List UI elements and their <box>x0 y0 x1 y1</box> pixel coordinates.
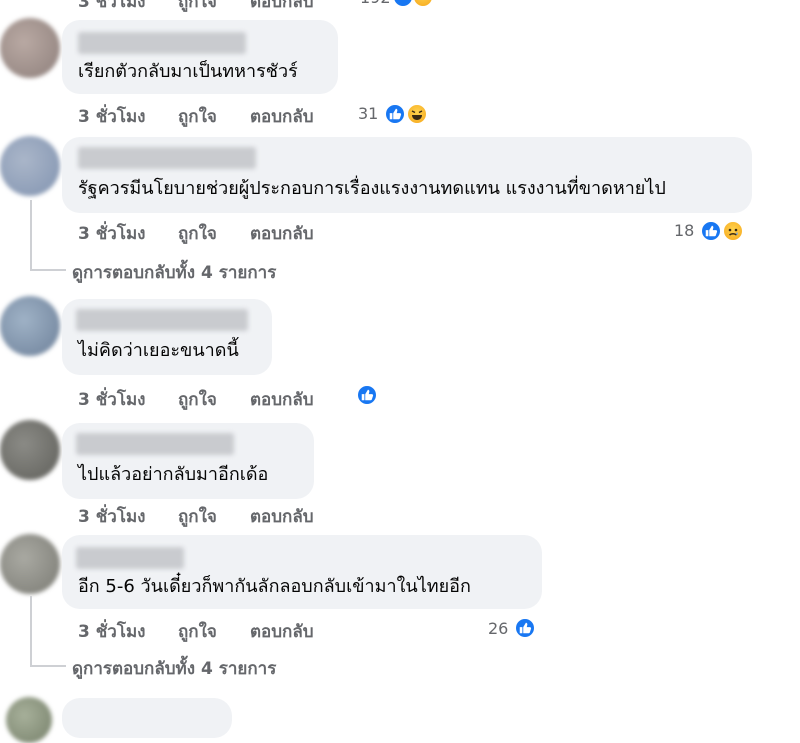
thread-line <box>30 200 32 270</box>
avatar[interactable] <box>0 420 60 480</box>
like-icon <box>514 617 536 639</box>
thread-line <box>30 596 32 666</box>
haha-icon <box>406 103 428 125</box>
commenter-name-redacted[interactable] <box>78 32 246 54</box>
haha-icon <box>412 0 434 8</box>
comment-bubble: รัฐควรมีนโยบายช่วยผู้ประกอบการเรื่องแรงง… <box>62 137 752 213</box>
comment-bubble: เรียกตัวกลับมาเป็นทหารชัวร์ <box>62 20 338 94</box>
comment-time[interactable]: 3 ชั่วโมง <box>78 386 145 413</box>
like-icon <box>392 0 414 8</box>
view-replies-link[interactable]: ดูการตอบกลับทั้ง 4 รายการ <box>72 259 276 286</box>
reply-button[interactable]: ตอบกลับ <box>250 0 314 15</box>
like-button[interactable]: ถูกใจ <box>178 220 217 247</box>
like-icon <box>700 220 722 242</box>
reply-button[interactable]: ตอบกลับ <box>250 503 314 530</box>
commenter-name-redacted[interactable] <box>76 309 248 331</box>
comment-time: 3 ชั่วโมง <box>78 0 146 12</box>
comment-text: เรียกตัวกลับมาเป็นทหารชัวร์ <box>78 61 298 82</box>
like-button[interactable]: ถูกใจ <box>178 503 217 530</box>
comment-text: รัฐควรมีนโยบายช่วยผู้ประกอบการเรื่องแรงง… <box>78 178 666 199</box>
comment-time[interactable]: 3 ชั่วโมง <box>78 103 145 130</box>
like-icon <box>356 384 378 406</box>
comment-time[interactable]: 3 ชั่วโมง <box>78 503 145 530</box>
comment-time[interactable]: 3 ชั่วโมง <box>78 618 145 645</box>
reaction-count[interactable]: 31 <box>358 104 378 123</box>
like-button[interactable]: ถูกใจ <box>178 103 217 130</box>
comment-text: ไม่คิดว่าเยอะขนาดนี้ <box>78 340 239 361</box>
avatar[interactable] <box>0 534 60 594</box>
comment-bubble: ไม่คิดว่าเยอะขนาดนี้ <box>62 299 272 375</box>
reply-button[interactable]: ตอบกลับ <box>250 103 314 130</box>
avatar[interactable] <box>0 136 60 196</box>
avatar[interactable] <box>0 296 60 356</box>
comment-bubble: อีก 5-6 วันเดี๋ยวก็พากันลักลอบกลับเข้ามา… <box>62 535 542 609</box>
reaction-count[interactable]: 192 <box>360 0 391 7</box>
comment-time[interactable]: 3 ชั่วโมง <box>78 220 145 247</box>
view-replies-link[interactable]: ดูการตอบกลับทั้ง 4 รายการ <box>72 655 276 682</box>
sad-icon <box>722 220 744 242</box>
avatar[interactable] <box>0 18 60 78</box>
like-button[interactable]: ถูกใจ <box>178 0 217 15</box>
reply-button[interactable]: ตอบกลับ <box>250 386 314 413</box>
commenter-name-redacted[interactable] <box>76 547 184 569</box>
commenter-name-redacted[interactable] <box>76 433 234 455</box>
like-button[interactable]: ถูกใจ <box>178 618 217 645</box>
commenter-name-redacted[interactable] <box>78 147 256 169</box>
reaction-count[interactable]: 26 <box>488 619 508 638</box>
reaction-count[interactable]: 18 <box>674 221 694 240</box>
thread-connector <box>30 665 66 667</box>
comment-text: อีก 5-6 วันเดี๋ยวก็พากันลักลอบกลับเข้ามา… <box>78 576 471 597</box>
avatar[interactable] <box>6 697 52 743</box>
like-icon <box>384 103 406 125</box>
thread-connector <box>30 269 66 271</box>
like-button[interactable]: ถูกใจ <box>178 386 217 413</box>
comment-bubble: ไปแล้วอย่ากลับมาอีกเด้อ <box>62 423 314 499</box>
reply-button[interactable]: ตอบกลับ <box>250 220 314 247</box>
reply-button[interactable]: ตอบกลับ <box>250 618 314 645</box>
comment-text: ไปแล้วอย่ากลับมาอีกเด้อ <box>78 464 269 485</box>
comment-bubble <box>62 698 232 738</box>
